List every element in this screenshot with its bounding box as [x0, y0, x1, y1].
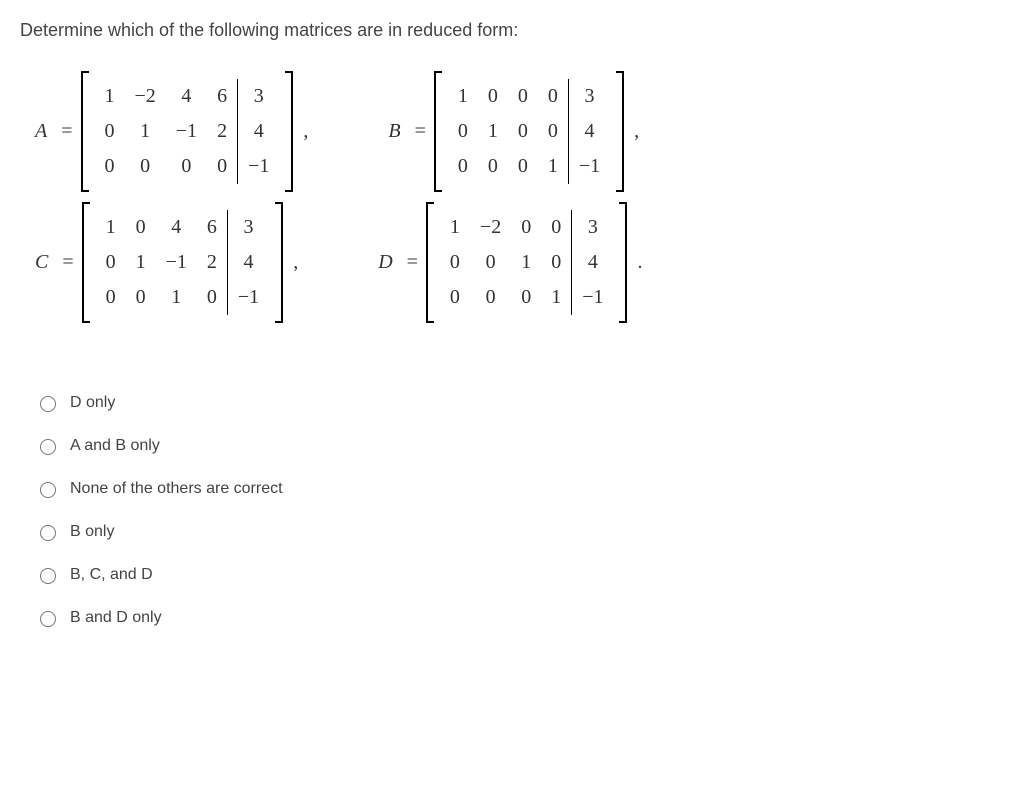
- matrix-B: B = 1 0 0 0 3 0 1 0 0: [388, 71, 639, 192]
- matrix-cell: 1: [126, 245, 156, 280]
- option-label: None of the others are correct: [70, 480, 283, 498]
- matrix-cell: 0: [95, 149, 125, 184]
- matrix-cell: 1: [511, 245, 541, 280]
- matrix-cell: 1: [125, 114, 166, 149]
- matrix-cell: 0: [96, 280, 126, 315]
- matrix-label-B: B: [388, 120, 400, 143]
- matrix-cell: 0: [126, 280, 156, 315]
- matrix-cell: 3: [568, 79, 610, 114]
- option-label: A and B only: [70, 437, 160, 455]
- matrix-cell: 0: [508, 149, 538, 184]
- matrix-cell: 0: [448, 114, 478, 149]
- matrix-A: A = 1 −2 4 6 3 0 1 −1 2: [35, 71, 308, 192]
- matrix-cell: 1: [440, 210, 470, 245]
- matrix-cell: 4: [568, 114, 610, 149]
- matrix-cell: −2: [470, 210, 511, 245]
- option-label: B, C, and D: [70, 566, 153, 584]
- option-radio-2[interactable]: [40, 482, 56, 498]
- matrix-cell: 1: [448, 79, 478, 114]
- matrix-cell: 4: [572, 245, 614, 280]
- matrix-cell: 0: [96, 245, 126, 280]
- matrix-cell: 0: [470, 280, 511, 315]
- matrix-cell: −1: [238, 149, 280, 184]
- punct: ,: [293, 251, 298, 274]
- matrix-cell: −1: [227, 280, 269, 315]
- option-radio-0[interactable]: [40, 396, 56, 412]
- option-label: B only: [70, 523, 114, 541]
- matrix-cell: 1: [96, 210, 126, 245]
- option-1[interactable]: A and B only: [35, 436, 996, 455]
- matrix-D: D = 1 −2 0 0 3 0 0 1 0: [378, 202, 642, 323]
- matrix-cell: 2: [197, 245, 228, 280]
- matrix-cell: −1: [166, 114, 207, 149]
- matrix-cell: −1: [156, 245, 197, 280]
- matrix-cell: 3: [238, 79, 280, 114]
- matrix-cell: 6: [197, 210, 228, 245]
- punct: ,: [634, 120, 639, 143]
- matrix-cell: 1: [478, 114, 508, 149]
- option-label: B and D only: [70, 609, 162, 627]
- punct: .: [637, 251, 642, 274]
- option-3[interactable]: B only: [35, 522, 996, 541]
- equals-sign: =: [62, 251, 73, 274]
- matrix-cell: 0: [95, 114, 125, 149]
- matrix-cell: 4: [156, 210, 197, 245]
- matrix-cell: 2: [207, 114, 238, 149]
- matrix-cell: 1: [538, 149, 569, 184]
- matrix-cell: −1: [572, 280, 614, 315]
- equals-sign: =: [415, 120, 426, 143]
- matrix-cell: 4: [238, 114, 280, 149]
- option-2[interactable]: None of the others are correct: [35, 479, 996, 498]
- matrix-cell: 0: [197, 280, 228, 315]
- option-radio-1[interactable]: [40, 439, 56, 455]
- matrix-cell: 0: [511, 280, 541, 315]
- matrix-cell: 0: [538, 79, 569, 114]
- matrix-cell: 3: [572, 210, 614, 245]
- matrix-cell: 4: [166, 79, 207, 114]
- matrix-cell: 4: [227, 245, 269, 280]
- matrix-cell: −2: [125, 79, 166, 114]
- option-4[interactable]: B, C, and D: [35, 565, 996, 584]
- option-0[interactable]: D only: [35, 393, 996, 412]
- matrix-cell: 0: [125, 149, 166, 184]
- option-radio-4[interactable]: [40, 568, 56, 584]
- matrix-cell: 0: [448, 149, 478, 184]
- matrix-cell: 0: [478, 79, 508, 114]
- question-text: Determine which of the following matrice…: [20, 20, 996, 41]
- punct: ,: [303, 120, 308, 143]
- matrix-cell: 0: [541, 210, 572, 245]
- matrix-cell: 0: [508, 114, 538, 149]
- matrix-cell: 1: [156, 280, 197, 315]
- option-radio-3[interactable]: [40, 525, 56, 541]
- option-radio-5[interactable]: [40, 611, 56, 627]
- matrix-label-C: C: [35, 251, 48, 274]
- matrix-cell: 0: [478, 149, 508, 184]
- matrix-cell: 0: [126, 210, 156, 245]
- matrix-cell: 3: [227, 210, 269, 245]
- matrix-cell: 0: [166, 149, 207, 184]
- matrix-cell: 0: [541, 245, 572, 280]
- option-5[interactable]: B and D only: [35, 608, 996, 627]
- matrix-cell: 0: [440, 280, 470, 315]
- options-list: D only A and B only None of the others a…: [20, 393, 996, 627]
- matrix-cell: 1: [95, 79, 125, 114]
- matrix-cell: 0: [538, 114, 569, 149]
- option-label: D only: [70, 394, 115, 412]
- equals-sign: =: [407, 251, 418, 274]
- equals-sign: =: [61, 120, 72, 143]
- matrix-cell: 0: [511, 210, 541, 245]
- matrix-cell: 1: [541, 280, 572, 315]
- matrix-cell: 0: [508, 79, 538, 114]
- matrix-cell: 0: [440, 245, 470, 280]
- matrix-cell: 0: [207, 149, 238, 184]
- matrix-cell: −1: [568, 149, 610, 184]
- matrix-label-D: D: [378, 251, 392, 274]
- matrix-C: C = 1 0 4 6 3 0 1 −1 2: [35, 202, 298, 323]
- matrix-cell: 6: [207, 79, 238, 114]
- matrix-cell: 0: [470, 245, 511, 280]
- matrix-label-A: A: [35, 120, 47, 143]
